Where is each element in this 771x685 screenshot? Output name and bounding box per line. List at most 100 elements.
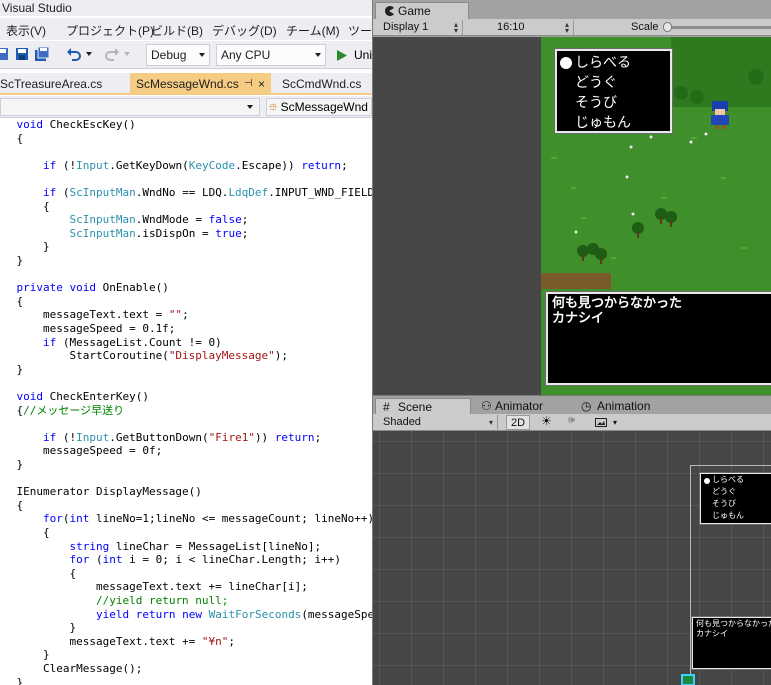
code-line[interactable]: }	[0, 621, 76, 634]
code-line[interactable]: messageText.text += lineChar[i];	[0, 580, 308, 593]
code-line[interactable]: ScInputMan.isDispOn = true;	[0, 227, 248, 240]
code-line[interactable]: StartCoroutine("DisplayMessage");	[0, 349, 288, 362]
code-line[interactable]: messageSpeed = 0.1f;	[0, 322, 175, 335]
code-line[interactable]: {//メッセージ早送り	[0, 404, 124, 417]
code-line[interactable]: }	[0, 363, 23, 376]
code-line[interactable]: {	[0, 200, 50, 213]
pin-icon[interactable]: ⊣	[244, 73, 253, 95]
code-line[interactable]: ScInputMan.WndMode = false;	[0, 213, 248, 226]
type-dropdown[interactable]: ⯐ ScMessageWnd	[266, 98, 372, 116]
vs-menu-bar: 表示(V) プロジェクト(P) ビルド(B) デバッグ(D) チーム(M) ツー	[0, 18, 372, 40]
menu-view[interactable]: 表示(V)	[6, 22, 46, 39]
code-line[interactable]: void CheckEnterKey()	[0, 390, 149, 403]
menu-team[interactable]: チーム(M)	[286, 22, 340, 39]
code-line[interactable]: messageText.text += "¥n";	[0, 635, 235, 648]
code-line[interactable]: {	[0, 526, 50, 539]
code-line[interactable]: }	[0, 254, 23, 267]
code-line[interactable]: private void OnEnable()	[0, 281, 169, 294]
code-line[interactable]: yield return new WaitForSeconds(messageS…	[0, 608, 372, 621]
code-line[interactable]: messageSpeed = 0f;	[0, 444, 162, 457]
solution-platform-select[interactable]: Any CPU	[216, 44, 326, 66]
tab-scene-label: Scene	[398, 400, 433, 414]
undo-icon[interactable]	[66, 46, 82, 62]
undo-dropdown-icon[interactable]	[86, 52, 92, 56]
code-line[interactable]: if (!Input.GetKeyDown(KeyCode.Escape)) r…	[0, 159, 348, 172]
command-item-spells[interactable]: じゅもん	[575, 113, 631, 133]
tab-sccmdwnd[interactable]: ScCmdWnd.cs	[276, 73, 372, 95]
code-line[interactable]: }	[0, 648, 50, 661]
display-select[interactable]: Display 1 ▴ ▾	[377, 20, 463, 35]
scene-message-window[interactable]: 何も見つからなかった カナシイ	[692, 617, 771, 669]
tab-animator[interactable]: ⚇ Animator	[473, 398, 569, 415]
code-line[interactable]: {	[0, 295, 23, 308]
code-line[interactable]: string lineChar = MessageList[lineNo];	[0, 540, 321, 553]
code-line[interactable]: }	[0, 458, 23, 471]
scene-view[interactable]: しらべる どうぐ そうび じゅもん 何も見つからなかった カナシイ	[373, 431, 771, 685]
game-canvas[interactable]: しらべる どうぐ そうび じゅもん 何も見つからなかった カナシイ	[541, 37, 771, 395]
audio-toggle-icon[interactable]: 🕪	[568, 414, 575, 427]
code-editor[interactable]: void CheckEscKey() { if (!Input.GetKeyDo…	[0, 118, 372, 685]
menu-tools[interactable]: ツー	[348, 22, 372, 39]
save-icon[interactable]	[0, 46, 10, 62]
tab-game[interactable]: Game	[375, 2, 469, 19]
scene-command-window[interactable]: しらべる どうぐ そうび じゅもん	[700, 473, 771, 524]
tab-label: ScCmdWnd.cs	[282, 77, 362, 91]
command-item-items[interactable]: どうぐ	[575, 73, 617, 93]
code-line[interactable]: if (ScInputMan.WndNo == LDQ.LdqDef.INPUT…	[0, 186, 372, 199]
shading-mode-select[interactable]: Shaded ▾	[377, 415, 498, 430]
scene-command-item-investigate: しらべる	[712, 475, 744, 484]
code-line[interactable]: if (!Input.GetButtonDown("Fire1")) retur…	[0, 431, 321, 444]
code-line[interactable]: if (MessageList.Count != 0)	[0, 336, 222, 349]
menu-debug[interactable]: デバッグ(D)	[212, 22, 277, 39]
code-line[interactable]: {	[0, 499, 23, 512]
tab-sctreasurearea[interactable]: ScTreasureArea.cs	[0, 73, 124, 95]
menu-build[interactable]: ビルド(B)	[151, 22, 203, 39]
aspect-select[interactable]: 16:10 ▴ ▾	[491, 20, 574, 35]
code-line[interactable]: for (int i = 0; i < lineChar.Length; i++…	[0, 553, 341, 566]
command-window[interactable]: しらべる どうぐ そうび じゅもん	[555, 49, 672, 133]
game-tab-bar: Game	[373, 0, 771, 19]
command-item-equip[interactable]: そうび	[575, 93, 617, 113]
tab-label: ScTreasureArea.cs	[0, 77, 103, 91]
code-line[interactable]: }	[0, 240, 50, 253]
image-effects-icon[interactable]	[595, 418, 607, 427]
save-all-icon[interactable]	[34, 46, 50, 62]
game-view[interactable]: しらべる どうぐ そうび じゅもん 何も見つからなかった カナシイ	[373, 37, 771, 395]
project-dropdown[interactable]	[0, 98, 260, 116]
configuration-value: Debug	[151, 48, 187, 62]
tab-scmessagewnd[interactable]: ScMessageWnd.cs ⊣ ×	[130, 73, 271, 95]
code-line[interactable]: for(int lineNo=1;lineNo <= messageCount;…	[0, 512, 372, 525]
code-line[interactable]: //yield return null;	[0, 594, 228, 607]
2d-mode-toggle[interactable]: 2D	[506, 415, 530, 430]
vs-title-bar: Visual Studio	[0, 0, 372, 16]
save-icon[interactable]	[14, 46, 30, 62]
code-line[interactable]: }	[0, 676, 23, 685]
message-window: 何も見つからなかった カナシイ	[546, 292, 771, 385]
close-icon[interactable]: ×	[258, 73, 265, 95]
lighting-toggle-icon[interactable]: ☀	[541, 414, 552, 428]
scale-slider[interactable]	[665, 26, 771, 29]
shading-mode-value: Shaded	[383, 416, 421, 428]
scale-slider-thumb[interactable]	[663, 22, 672, 32]
hero-sprite	[711, 101, 729, 129]
redo-dropdown-icon[interactable]	[124, 52, 130, 56]
aspect-value: 16:10	[497, 21, 525, 33]
chevron-down-icon	[199, 53, 205, 57]
code-line[interactable]: messageText.text = "";	[0, 308, 189, 321]
redo-icon[interactable]	[104, 46, 120, 62]
updown-icon: ▴ ▾	[453, 20, 458, 35]
code-line[interactable]: {	[0, 132, 23, 145]
code-line[interactable]: void CheckEscKey()	[0, 118, 136, 131]
command-item-investigate[interactable]: しらべる	[575, 53, 631, 73]
solution-configuration-select[interactable]: Debug	[146, 44, 210, 66]
tab-scene[interactable]: # Scene	[375, 398, 471, 415]
scene-gizmo-icon[interactable]	[681, 674, 695, 685]
code-line[interactable]: ClearMessage();	[0, 662, 142, 675]
code-line[interactable]: IEnumerator DisplayMessage()	[0, 485, 201, 498]
code-line[interactable]: {	[0, 567, 76, 580]
chevron-down-icon[interactable]: ▾	[613, 418, 617, 427]
forest-patch	[671, 37, 771, 107]
animator-icon: ⚇	[481, 399, 492, 413]
menu-project[interactable]: プロジェクト(P)	[66, 22, 154, 39]
tab-animation[interactable]: ◷ Animation	[575, 398, 685, 415]
